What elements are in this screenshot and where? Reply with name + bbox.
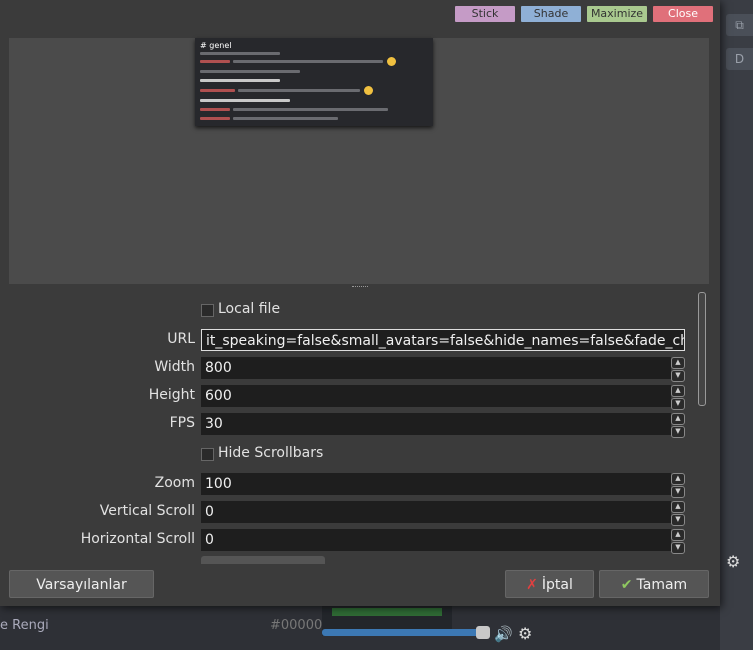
shade-button[interactable]: Shade [521,6,581,22]
zoom-input[interactable]: 100 [201,473,671,495]
zoom-stepper[interactable]: ▲ ▼ [671,473,685,498]
vertical-scroll-input[interactable]: 0 [201,501,671,523]
chat-line [238,89,360,92]
chat-line [233,108,388,111]
volume-slider[interactable] [322,626,490,639]
zoom-label: Zoom [154,475,195,491]
chevron-up-icon[interactable]: ▲ [671,473,685,485]
chevron-up-icon[interactable]: ▲ [671,413,685,425]
chevron-down-icon[interactable]: ▼ [671,486,685,498]
chat-line [200,99,290,102]
height-input[interactable]: 600 [201,385,671,407]
emoji-icon [387,57,396,66]
bg-tab: D [726,48,753,70]
horizontal-scroll-stepper[interactable]: ▲ ▼ [671,529,685,554]
close-button[interactable]: Close [653,6,713,22]
chevron-up-icon[interactable]: ▲ [671,501,685,513]
volume-slider-knob[interactable] [476,626,490,639]
ok-button[interactable]: ✔ Tamam [599,570,709,598]
chat-line [200,89,235,92]
properties-form: Local file URL it_speaking=false&small_a… [9,292,699,564]
chat-line [233,117,338,120]
chevron-up-icon[interactable]: ▲ [671,385,685,397]
vertical-scroll-stepper[interactable]: ▲ ▼ [671,501,685,526]
chat-line [233,60,383,63]
chevron-down-icon[interactable]: ▼ [671,542,685,554]
chevron-down-icon[interactable]: ▼ [671,370,685,382]
chat-line [200,117,230,120]
fps-stepper[interactable]: ▲ ▼ [671,413,685,438]
fps-label: FPS [169,415,195,431]
url-input[interactable]: it_speaking=false&small_avatars=false&hi… [201,329,685,351]
bg-property-label: e Rengi [0,618,49,633]
width-stepper[interactable]: ▲ ▼ [671,357,685,382]
x-icon: ✗ [526,577,538,593]
width-label: Width [154,359,195,375]
bg-tab: ⧉ [726,14,753,36]
chat-line [200,52,280,55]
chevron-up-icon[interactable]: ▲ [671,529,685,541]
horizontal-scroll-label: Horizontal Scroll [80,531,195,547]
height-label: Height [148,387,195,403]
form-scrollbar[interactable] [696,290,706,560]
chat-channel-name: # genel [200,41,232,50]
ok-button-label: Tamam [636,577,688,593]
chevron-up-icon[interactable]: ▲ [671,357,685,369]
properties-dialog: Stick Shade Maximize Close # genel Local… [0,0,720,606]
cancel-button-label: İptal [541,577,573,593]
chat-line [200,108,230,111]
emoji-icon [364,86,373,95]
chat-line [200,79,280,82]
chevron-down-icon[interactable]: ▼ [671,514,685,526]
partially-visible-button[interactable] [201,556,325,564]
defaults-button[interactable]: Varsayılanlar [9,570,154,598]
stick-button[interactable]: Stick [455,6,515,22]
url-label: URL [167,331,195,347]
hide-scrollbars-label[interactable]: Hide Scrollbars [218,445,323,461]
vertical-scroll-label: Vertical Scroll [99,503,195,519]
scrollbar-thumb[interactable] [698,292,706,406]
height-stepper[interactable]: ▲ ▼ [671,385,685,410]
chevron-down-icon[interactable]: ▼ [671,426,685,438]
local-file-checkbox[interactable] [201,304,214,317]
horizontal-scroll-input[interactable]: 0 [201,529,671,551]
speaker-icon[interactable]: 🔊 [494,625,513,643]
chat-line [200,70,300,73]
fps-input[interactable]: 30 [201,413,671,435]
chat-line [200,60,230,63]
chat-preview: # genel [195,38,433,126]
cancel-button[interactable]: ✗ İptal [505,570,594,598]
width-input[interactable]: 800 [201,357,671,379]
gear-icon[interactable]: ⚙ [518,624,532,643]
gear-icon[interactable]: ⚙ [726,552,740,571]
hide-scrollbars-checkbox[interactable] [201,448,214,461]
local-file-label[interactable]: Local file [218,301,280,317]
splitter-handle[interactable] [352,286,368,289]
title-bar: Stick Shade Maximize Close [0,0,720,30]
chevron-down-icon[interactable]: ▼ [671,398,685,410]
maximize-button[interactable]: Maximize [587,6,647,22]
check-icon: ✔ [620,577,633,593]
